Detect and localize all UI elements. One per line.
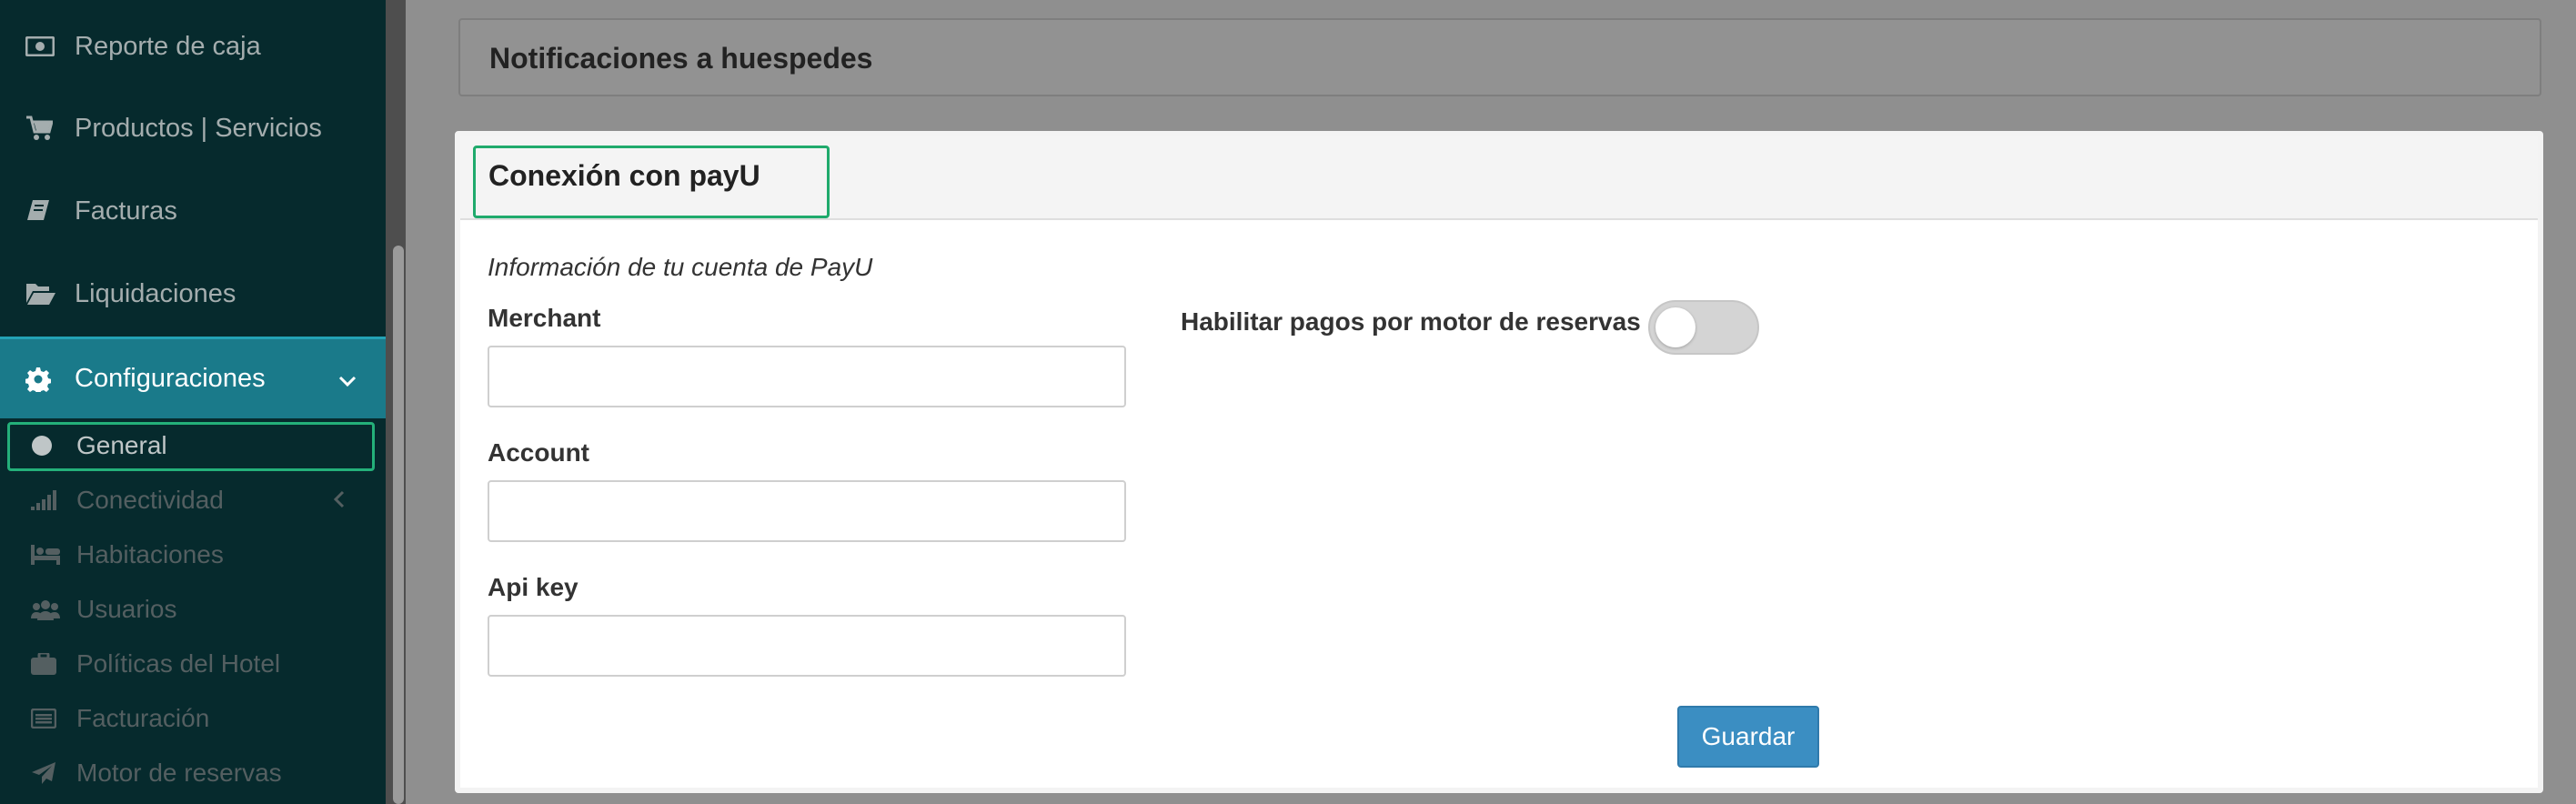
payu-panel-title: Conexión con payU <box>488 159 760 192</box>
sidebar-subitem-usuarios[interactable]: Usuarios <box>0 582 386 637</box>
notifications-panel-title: Notificaciones a huespedes <box>489 42 873 75</box>
sidebar-subitem-label: Conectividad <box>76 486 224 514</box>
apikey-label: Api key <box>488 573 579 601</box>
book-icon <box>25 196 67 226</box>
payu-info-text: Información de tu cuenta de PayU <box>488 253 873 281</box>
booking-payments-toggle[interactable] <box>1648 300 1759 355</box>
sidebar-item-reporte-de-caja[interactable]: Reporte de caja <box>0 5 386 87</box>
sidebar-subitem-motor-de-reservas[interactable]: Motor de reservas <box>0 746 386 800</box>
merchant-label: Merchant <box>488 304 601 332</box>
sidebar-subitem-label: Habitaciones <box>76 540 224 568</box>
sidebar-subitem-label: Políticas del Hotel <box>76 649 281 678</box>
sidebar-item-label: Configuraciones <box>75 364 266 393</box>
booking-payments-toggle-label: Habilitar pagos por motor de reservas <box>1181 307 1641 336</box>
briefcase-icon <box>31 653 75 675</box>
cart-icon <box>25 113 67 144</box>
signal-icon <box>31 490 75 510</box>
sidebar-subitem-label: Facturación <box>76 704 210 732</box>
list-alt-icon <box>31 709 75 729</box>
sidebar-item-label: Reporte de caja <box>75 31 261 61</box>
paper-plane-icon <box>31 761 75 785</box>
users-icon <box>31 598 75 620</box>
chevron-down-icon <box>338 365 357 395</box>
notifications-panel[interactable]: Notificaciones a huespedes <box>458 18 2541 96</box>
configuraciones-submenu: General Conectividad Habitaciones Usuari… <box>0 418 386 804</box>
circle-icon <box>31 435 75 457</box>
money-icon <box>25 31 67 62</box>
sidebar-subitem-conectividad[interactable]: Conectividad <box>0 473 386 528</box>
gear-icon <box>25 364 67 395</box>
sidebar-subitem-politicas-del-hotel[interactable]: Políticas del Hotel <box>0 637 386 691</box>
sidebar-item-configuraciones[interactable]: Configuraciones <box>0 337 386 418</box>
apikey-input[interactable] <box>488 615 1126 677</box>
account-input[interactable] <box>488 480 1126 542</box>
payu-title-focus-box[interactable]: Conexión con payU <box>473 146 830 218</box>
toggle-knob <box>1655 307 1696 347</box>
sidebar: Reporte de caja Productos | Servicios Fa… <box>0 0 386 804</box>
sidebar-subitem-label: General <box>76 431 167 459</box>
sidebar-scrollbar-thumb[interactable] <box>393 246 404 804</box>
sidebar-subitem-general[interactable]: General <box>0 418 386 473</box>
sidebar-item-label: Productos | Servicios <box>75 113 322 143</box>
sidebar-subitem-label: Motor de reservas <box>76 759 282 787</box>
sidebar-subitem-habitaciones[interactable]: Habitaciones <box>0 528 386 582</box>
sidebar-subitem-label: Usuarios <box>76 595 177 623</box>
payu-panel-header: Conexión con payU <box>460 136 2538 220</box>
sidebar-item-productos-servicios[interactable]: Productos | Servicios <box>0 87 386 169</box>
sidebar-item-liquidaciones[interactable]: Liquidaciones <box>0 253 386 335</box>
bed-icon <box>31 545 75 565</box>
folder-open-icon <box>25 278 67 309</box>
chevron-left-icon <box>333 486 346 515</box>
sidebar-subitem-facturacion[interactable]: Facturación <box>0 691 386 746</box>
sidebar-item-facturas[interactable]: Facturas <box>0 170 386 252</box>
payu-panel: Conexión con payU Información de tu cuen… <box>455 131 2543 793</box>
sidebar-item-label: Facturas <box>75 196 177 226</box>
merchant-input[interactable] <box>488 346 1126 407</box>
save-button[interactable]: Guardar <box>1677 706 1819 768</box>
account-label: Account <box>488 438 589 467</box>
sidebar-item-label: Liquidaciones <box>75 278 236 308</box>
